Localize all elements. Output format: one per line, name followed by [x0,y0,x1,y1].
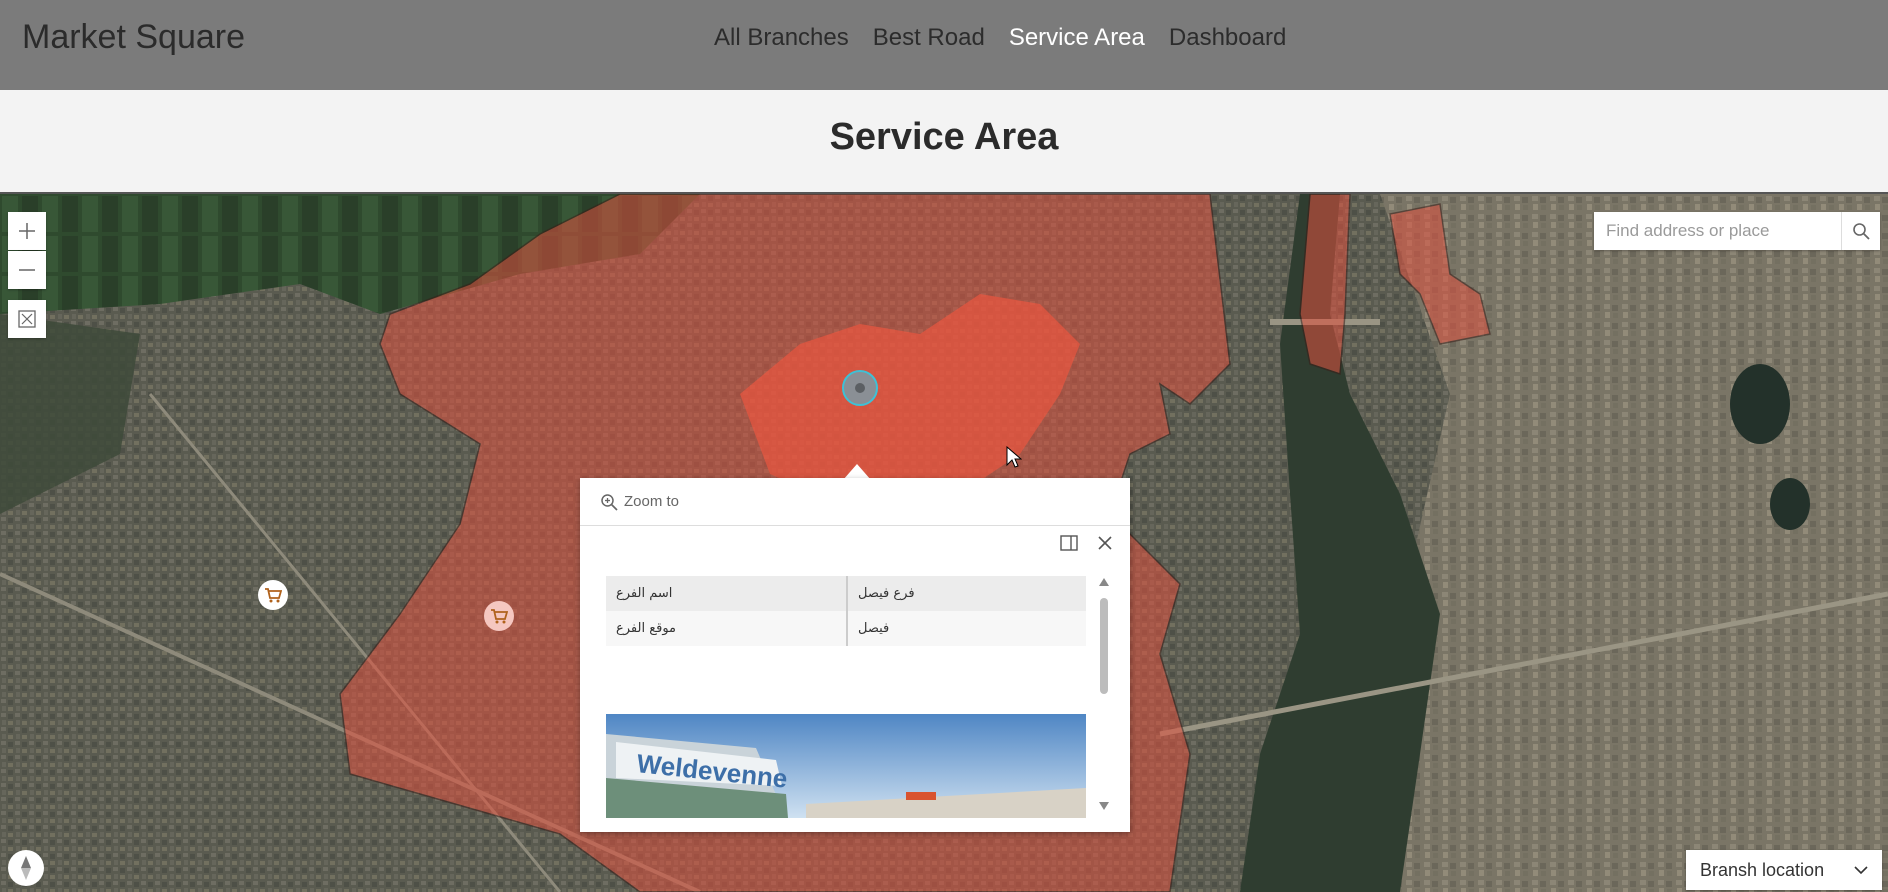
attribute-key: اسم الفرع [606,576,848,611]
dock-popup-button[interactable] [1058,532,1080,554]
brand-title[interactable]: Market Square [22,18,245,57]
nav-best-road[interactable]: Best Road [873,24,985,52]
attribute-value: فرع فيصل [847,576,1086,611]
feature-popup: Zoom to اسم الفرع فرع فيصل موقع الفرع في… [580,478,1130,832]
expand-icon [18,310,36,328]
address-search [1594,212,1880,250]
selected-location-marker[interactable] [842,370,878,406]
close-popup-button[interactable] [1094,532,1116,554]
page-title: Service Area [829,116,1059,158]
top-navbar: Market Square All Branches Best Road Ser… [0,0,1888,90]
plus-icon [19,223,35,239]
dock-icon [1060,535,1078,551]
search-icon [1853,223,1870,240]
close-icon [1098,536,1112,550]
attribute-key: موقع الفرع [606,611,848,646]
attribute-value: فيصل [847,611,1086,646]
branch-marker-selected[interactable] [484,601,514,631]
minus-icon [19,269,35,271]
compass-button[interactable] [8,850,44,886]
shopping-cart-icon [491,609,508,624]
nav-all-branches[interactable]: All Branches [714,24,849,52]
attribute-table: اسم الفرع فرع فيصل موقع الفرع فيصل [606,576,1086,646]
search-input[interactable] [1594,212,1854,250]
shopping-cart-icon [265,588,282,603]
main-nav: All Branches Best Road Service Area Dash… [714,24,1286,52]
nav-service-area[interactable]: Service Area [1009,24,1145,52]
zoom-in-button[interactable] [8,212,46,250]
branch-photo: Weldevenne [606,714,1086,818]
scroll-thumb[interactable] [1100,598,1108,694]
scroll-up-icon [1099,578,1109,586]
popup-scrollbar[interactable] [1098,578,1110,810]
fullscreen-button[interactable] [8,300,46,338]
zoom-out-button[interactable] [8,251,46,289]
chevron-down-icon [1854,866,1868,875]
scroll-down-icon [1099,802,1109,810]
nav-dashboard[interactable]: Dashboard [1169,24,1286,52]
branch-marker[interactable] [258,580,288,610]
mouse-cursor-icon [1006,446,1022,468]
map-view[interactable]: Zoom to اسم الفرع فرع فيصل موقع الفرع في… [0,194,1888,892]
table-row: اسم الفرع فرع فيصل [606,576,1086,611]
zoom-to-label: Zoom to [624,493,680,510]
layer-select-value: Bransh location [1700,859,1825,880]
zoom-to-button[interactable]: Zoom to [580,478,1130,526]
search-button[interactable] [1841,212,1880,250]
pin-icon [855,383,865,393]
compass-icon [21,856,31,880]
table-row: موقع الفرع فيصل [606,611,1086,646]
layer-select-dropdown[interactable]: Bransh location [1686,850,1882,890]
page-header: Service Area [0,90,1888,194]
zoom-to-icon [601,493,618,511]
